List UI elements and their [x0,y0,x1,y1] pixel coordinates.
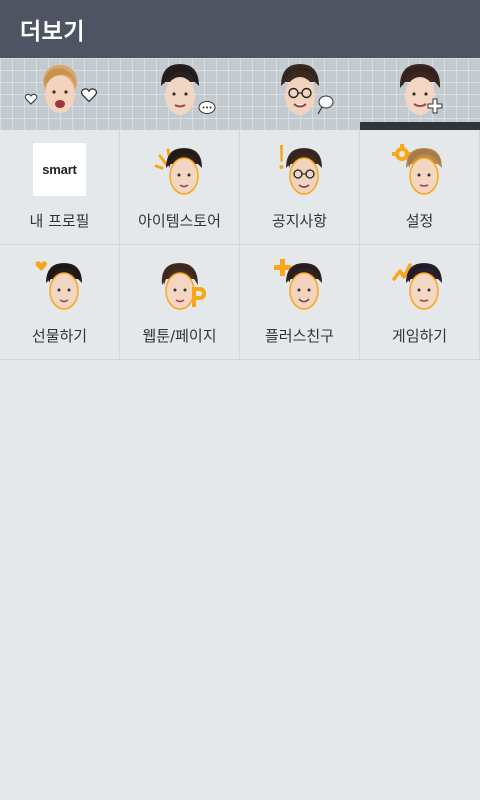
face-avatar-icon [34,261,82,310]
menu-item-label: 설정 [405,212,434,230]
smart-logo: smart [33,143,86,196]
face-avatar-icon [391,263,442,310]
menu-item-label: 선물하기 [31,327,88,345]
face-avatar-icon [154,148,202,195]
menu-item-webtoon-page[interactable]: 웹툰/페이지 [120,245,240,360]
heart-icon [80,88,98,103]
heart-comment-icon [317,95,334,115]
speech-bubble-icon [198,101,216,114]
menu-item-label: 아이템스토어 [138,212,221,230]
menu-item-my-profile[interactable]: smart 내 프로필 [0,130,120,245]
selected-tab-indicator [360,122,480,130]
tab-more[interactable] [360,58,480,130]
face-avatar-icon [279,145,322,195]
app-header: 더보기 [0,0,480,58]
menu-item-plus-friend[interactable]: 플러스친구 [240,245,360,360]
smart-logo-text: smart [42,162,77,177]
menu-item-games[interactable]: 게임하기 [360,245,480,360]
tab-bar [0,58,480,130]
menu-item-label: 플러스친구 [264,327,334,345]
menu-item-gift[interactable]: 선물하기 [0,245,120,360]
menu-item-label: 공지사항 [271,212,328,230]
heart-icon [24,93,38,105]
face-avatar-icon [43,64,77,113]
menu-item-label: 내 프로필 [29,212,90,230]
menu-item-notices[interactable]: 공지사항 [240,130,360,245]
menu-item-item-store[interactable]: 아이템스토어 [120,130,240,245]
face-avatar-icon [391,144,442,195]
face-avatar-icon [161,263,206,310]
tab-chats[interactable] [120,58,240,130]
menu-item-settings[interactable]: 설정 [360,130,480,245]
menu-item-label: 게임하기 [391,327,448,345]
page-title: 더보기 [20,19,85,45]
tab-discover[interactable] [240,58,360,130]
menu-item-label: 웹툰/페이지 [142,327,217,345]
tab-friends[interactable] [0,58,120,130]
face-avatar-icon [273,259,322,310]
plus-icon [427,98,443,114]
